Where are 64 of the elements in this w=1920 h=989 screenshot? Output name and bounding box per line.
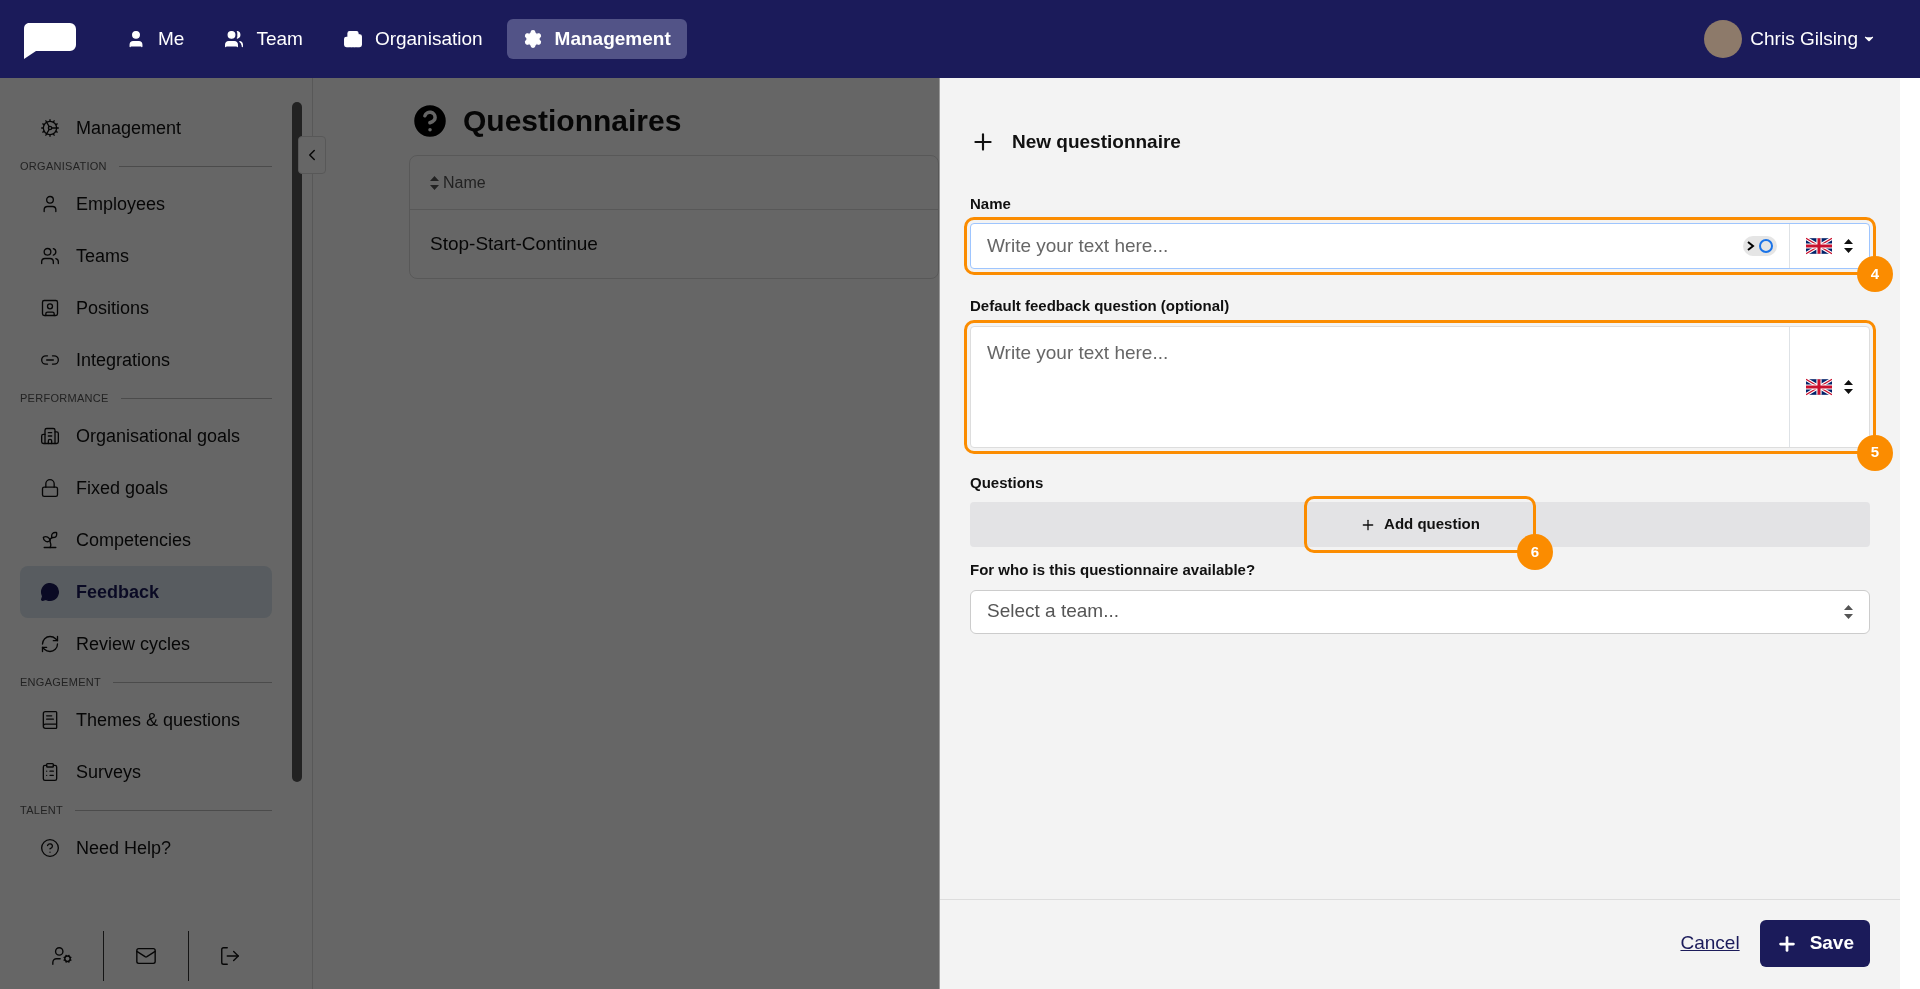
drawer-title: New questionnaire xyxy=(1012,130,1181,154)
section-heading: TALENT xyxy=(20,802,63,818)
cancel-link[interactable]: Cancel xyxy=(1680,929,1740,958)
field-label: For who is this questionnaire available? xyxy=(970,560,1257,580)
nav-tab[interactable]: Me xyxy=(110,19,201,59)
sidebar-item[interactable]: Integrations xyxy=(20,334,272,386)
sidebar-item[interactable]: Fixed goals xyxy=(20,462,272,514)
sidebar-item[interactable]: Positions xyxy=(20,282,272,334)
uk-flag-icon xyxy=(1806,237,1832,255)
book-icon xyxy=(40,710,60,730)
sidebar-item[interactable]: Surveys xyxy=(20,746,272,798)
nav-tab[interactable]: Team xyxy=(208,19,319,59)
column-header[interactable]: Name xyxy=(430,170,486,195)
sort-icon xyxy=(1844,379,1853,394)
people-icon xyxy=(40,246,60,266)
field-label: Questions xyxy=(970,472,1045,493)
page-title: Questionnaires xyxy=(463,103,682,139)
help-icon xyxy=(40,838,60,858)
field-label: Default feedback question (optional) xyxy=(970,296,1231,316)
sidebar-item[interactable]: Themes & questions xyxy=(20,694,272,746)
gear-icon xyxy=(40,118,60,138)
nav-tab[interactable]: Organisation xyxy=(326,19,499,59)
speech-bubble-icon xyxy=(40,582,60,602)
clipboard-icon xyxy=(40,762,60,782)
collapse-button[interactable] xyxy=(298,136,326,174)
sidebar-item[interactable]: Competencies xyxy=(20,514,272,566)
sort-icon xyxy=(430,175,439,190)
lock-icon xyxy=(40,478,60,498)
section-heading: PERFORMANCE xyxy=(20,390,109,406)
team-select[interactable]: Select a team... xyxy=(970,589,1870,634)
save-button[interactable]: Save xyxy=(1759,920,1870,967)
uk-flag-icon xyxy=(1806,377,1832,396)
name-input[interactable]: Write your text here... xyxy=(971,224,1743,268)
building-icon xyxy=(342,29,363,49)
sort-icon xyxy=(1844,604,1853,619)
section-heading: ENGAGEMENT xyxy=(20,674,101,690)
field-label: Name xyxy=(970,193,1012,214)
avatar-icon xyxy=(1704,20,1743,58)
callout-badge: 4 xyxy=(1857,256,1893,292)
id-card-icon xyxy=(40,298,60,318)
sidebar-item[interactable]: Teams xyxy=(20,230,272,282)
logout-icon[interactable] xyxy=(219,945,242,967)
sidebar-item[interactable]: Employees xyxy=(20,178,272,230)
callout-badge: 5 xyxy=(1857,434,1893,471)
sprout-icon xyxy=(40,530,60,550)
table-cell-text: Stop-Start-Continue xyxy=(430,231,598,256)
user-menu[interactable]: Chris Gilsing xyxy=(1750,24,1876,54)
callout-badge: 6 xyxy=(1516,534,1553,570)
user-settings-icon[interactable] xyxy=(50,945,73,967)
sort-icon xyxy=(1844,239,1853,253)
sidebar-item[interactable]: Need Help? xyxy=(20,822,272,874)
mail-icon[interactable] xyxy=(135,945,157,967)
sidebar-item[interactable]: Organisational goals xyxy=(20,410,272,462)
sidebar-item[interactable]: Feedback xyxy=(20,566,272,618)
password-manager-icon[interactable] xyxy=(1743,236,1777,256)
sidebar-scrollbar[interactable] xyxy=(292,102,302,782)
sidebar-item[interactable]: Management xyxy=(20,102,272,154)
refresh-icon xyxy=(40,634,60,654)
building-icon xyxy=(40,426,60,446)
gear-icon xyxy=(522,29,543,49)
people-icon xyxy=(224,29,245,49)
nav-tab[interactable]: Management xyxy=(506,19,687,59)
section-heading: ORGANISATION xyxy=(20,158,107,174)
sidebar-item[interactable]: Review cycles xyxy=(20,618,272,670)
